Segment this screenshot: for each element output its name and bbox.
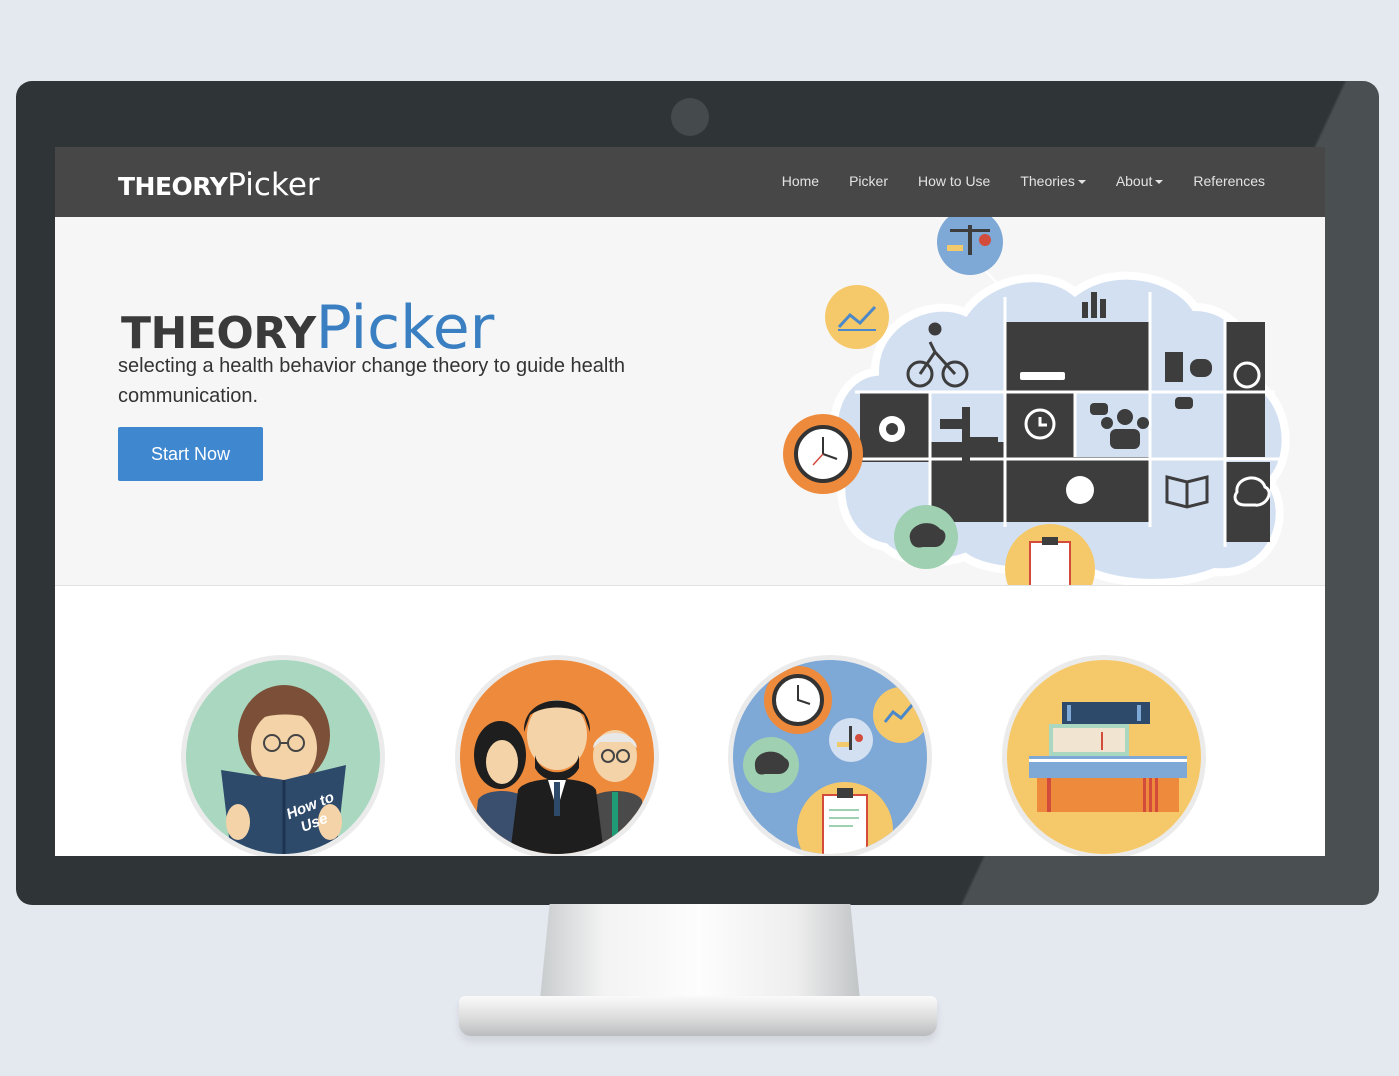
brand-part2: Picker bbox=[227, 167, 320, 203]
nav-how-to-use[interactable]: How to Use bbox=[918, 173, 990, 189]
nav-theories-dropdown[interactable]: Theories bbox=[1020, 173, 1086, 189]
monitor-stand-neck bbox=[540, 904, 860, 1000]
caret-down-icon bbox=[1155, 180, 1164, 185]
nav-picker-label: Picker bbox=[849, 173, 888, 189]
puzzle-piece bbox=[1005, 322, 1150, 392]
navbar: THEORYPicker Home Picker How to Use Theo… bbox=[55, 147, 1325, 217]
clock-circle bbox=[783, 414, 863, 494]
how-to-use-illustration[interactable]: How to Use bbox=[181, 655, 385, 856]
brand-part1: THEORY bbox=[118, 172, 228, 201]
nav-how-to-use-label: How to Use bbox=[917, 173, 991, 189]
nav-picker[interactable]: Picker bbox=[849, 173, 888, 189]
reader-illustration: How to Use bbox=[186, 660, 380, 854]
screen: THEORYPicker Home Picker How to Use Theo… bbox=[55, 147, 1325, 856]
book-stack-illustration bbox=[1007, 660, 1201, 854]
brand-logo[interactable]: THEORYPicker bbox=[118, 167, 320, 203]
theories-illustration[interactable] bbox=[728, 655, 932, 856]
hero-subtitle: selecting a health behavior change theor… bbox=[118, 355, 626, 407]
nav-about-label: About bbox=[1115, 173, 1153, 189]
apple-icon bbox=[1066, 476, 1094, 504]
nav-home-label: Home bbox=[781, 173, 820, 189]
gear-icon bbox=[879, 416, 905, 442]
about-team-illustration[interactable] bbox=[455, 655, 659, 856]
smoking-icon bbox=[1020, 372, 1065, 380]
team-illustration bbox=[460, 660, 654, 854]
brain-puzzle-illustration bbox=[783, 217, 1290, 585]
webcam bbox=[671, 98, 709, 136]
hero-section: THEORYPicker selecting a health behavior… bbox=[55, 217, 1325, 586]
nav-theories-label: Theories bbox=[1020, 173, 1075, 189]
puzzle-piece bbox=[1225, 322, 1265, 457]
references-illustration[interactable] bbox=[1002, 655, 1206, 856]
nav-references[interactable]: References bbox=[1193, 173, 1265, 189]
nav-links: Home Picker How to Use Theories About Re… bbox=[782, 173, 1265, 189]
theories-collage-illustration bbox=[733, 660, 927, 854]
start-now-button[interactable]: Start Now bbox=[118, 427, 263, 481]
nav-about-dropdown[interactable]: About bbox=[1116, 173, 1164, 189]
monitor-stand-base bbox=[459, 996, 937, 1036]
caret-down-icon bbox=[1077, 180, 1086, 185]
brain-circle bbox=[894, 505, 958, 569]
scales-circle bbox=[937, 217, 1003, 275]
nav-home[interactable]: Home bbox=[782, 173, 819, 189]
nav-references-label: References bbox=[1193, 173, 1265, 189]
trend-chart-circle bbox=[825, 285, 889, 349]
